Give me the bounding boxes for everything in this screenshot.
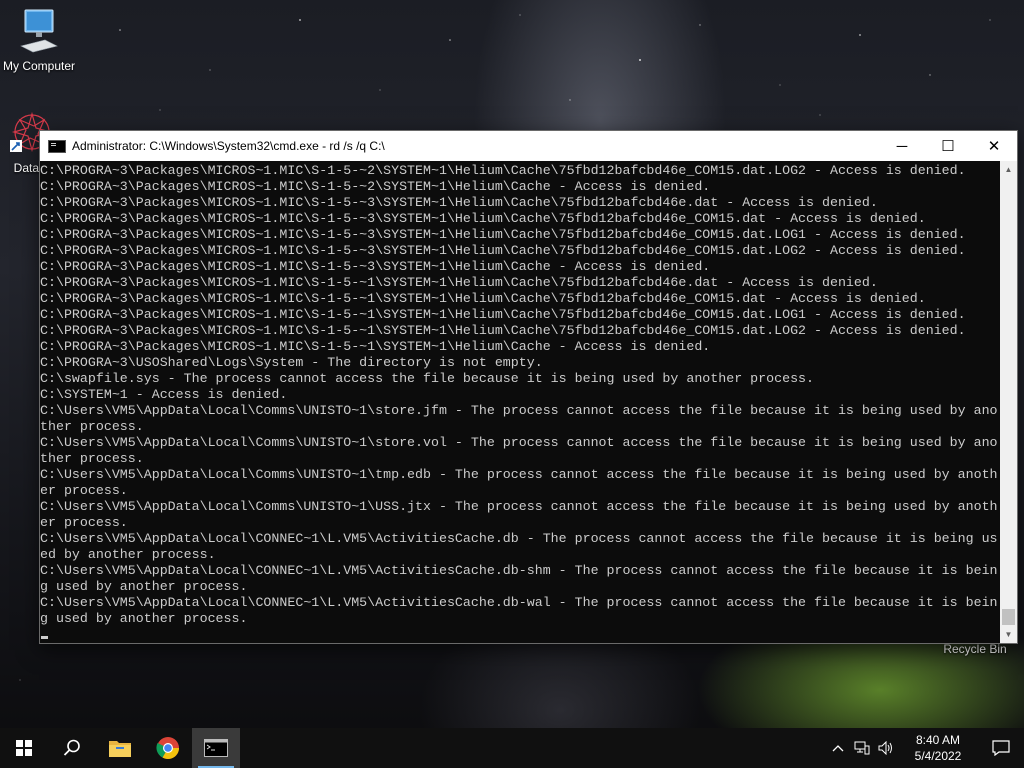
console-line: C:\Users\VM5\AppData\Local\Comms\UNISTO~… bbox=[40, 499, 998, 514]
console-line: C:\SYSTEM~1 - Access is denied. bbox=[40, 387, 288, 402]
search-button[interactable] bbox=[48, 728, 96, 768]
system-tray: 8:40 AM 5/4/2022 bbox=[826, 728, 1024, 768]
file-explorer-button[interactable] bbox=[96, 728, 144, 768]
network-icon[interactable] bbox=[850, 728, 874, 768]
start-button[interactable] bbox=[0, 728, 48, 768]
console-line: er process. bbox=[40, 483, 128, 498]
console-line: C:\PROGRA~3\Packages\MICROS~1.MIC\S-1-5-… bbox=[40, 195, 878, 210]
close-icon: ✕ bbox=[987, 138, 1001, 155]
text-cursor bbox=[41, 636, 48, 639]
console-line: C:\Users\VM5\AppData\Local\CONNEC~1\L.VM… bbox=[40, 531, 998, 546]
cmd-window[interactable]: Administrator: C:\Windows\System32\cmd.e… bbox=[39, 130, 1018, 644]
vertical-scrollbar[interactable]: ▲ ▼ bbox=[1000, 161, 1017, 643]
console-line: C:\PROGRA~3\Packages\MICROS~1.MIC\S-1-5-… bbox=[40, 179, 711, 194]
search-icon bbox=[63, 739, 80, 756]
taskbar: 8:40 AM 5/4/2022 bbox=[0, 728, 1024, 768]
window-title: Administrator: C:\Windows\System32\cmd.e… bbox=[72, 139, 385, 153]
console-line: C:\Users\VM5\AppData\Local\Comms\UNISTO~… bbox=[40, 435, 998, 450]
console-output[interactable]: C:\PROGRA~3\Packages\MICROS~1.MIC\S-1-5-… bbox=[40, 161, 1000, 643]
command-prompt-taskbar-button[interactable] bbox=[192, 728, 240, 768]
volume-icon[interactable] bbox=[874, 728, 898, 768]
console-line: C:\PROGRA~3\Packages\MICROS~1.MIC\S-1-5-… bbox=[40, 275, 878, 290]
desktop-icon-label: Recycle Bin bbox=[943, 642, 1007, 656]
desktop-icon-label: My Computer bbox=[2, 59, 76, 73]
console-line: C:\PROGRA~3\Packages\MICROS~1.MIC\S-1-5-… bbox=[40, 259, 711, 274]
minimize-button[interactable]: ─ bbox=[879, 131, 925, 161]
console-line: C:\PROGRA~3\Packages\MICROS~1.MIC\S-1-5-… bbox=[40, 243, 966, 258]
minimize-icon: ─ bbox=[896, 137, 908, 155]
console-line: g used by another process. bbox=[40, 579, 248, 594]
console-line: C:\PROGRA~3\Packages\MICROS~1.MIC\S-1-5-… bbox=[40, 163, 966, 178]
close-button[interactable]: ✕ bbox=[971, 131, 1017, 161]
console-line: er process. bbox=[40, 515, 128, 530]
scroll-up-arrow-icon[interactable]: ▲ bbox=[1000, 161, 1017, 178]
console-line: C:\PROGRA~3\Packages\MICROS~1.MIC\S-1-5-… bbox=[40, 307, 966, 322]
console-line: C:\PROGRA~3\Packages\MICROS~1.MIC\S-1-5-… bbox=[40, 339, 711, 354]
maximize-icon: ☐ bbox=[941, 138, 955, 155]
console-line: C:\PROGRA~3\USOShared\Logs\System - The … bbox=[40, 355, 543, 370]
console-line: C:\Users\VM5\AppData\Local\Comms\UNISTO~… bbox=[40, 467, 998, 482]
console-line: C:\swapfile.sys - The process cannot acc… bbox=[40, 371, 815, 386]
chevron-up-icon[interactable] bbox=[826, 728, 850, 768]
maximize-button[interactable]: ☐ bbox=[925, 131, 971, 161]
console-line: ed by another process. bbox=[40, 547, 216, 562]
console-line: C:\PROGRA~3\Packages\MICROS~1.MIC\S-1-5-… bbox=[40, 211, 926, 226]
window-titlebar[interactable]: Administrator: C:\Windows\System32\cmd.e… bbox=[40, 131, 1017, 161]
console-line: C:\Users\VM5\AppData\Local\CONNEC~1\L.VM… bbox=[40, 563, 998, 578]
my-computer-desktop-icon[interactable]: My Computer bbox=[0, 8, 78, 73]
window-controls: ─ ☐ ✕ bbox=[879, 131, 1017, 161]
chrome-button[interactable] bbox=[144, 728, 192, 768]
notification-icon bbox=[992, 740, 1010, 756]
console-line: C:\PROGRA~3\Packages\MICROS~1.MIC\S-1-5-… bbox=[40, 291, 926, 306]
computer-icon bbox=[20, 9, 58, 53]
cmd-window-icon bbox=[48, 139, 66, 153]
command-prompt-icon bbox=[204, 739, 228, 757]
console-line: C:\Users\VM5\AppData\Local\CONNEC~1\L.VM… bbox=[40, 595, 998, 610]
scroll-down-arrow-icon[interactable]: ▼ bbox=[1000, 626, 1017, 643]
clock-time: 8:40 AM bbox=[915, 733, 961, 747]
console-line: ther process. bbox=[40, 419, 144, 434]
clock-date: 5/4/2022 bbox=[914, 749, 962, 763]
taskbar-clock[interactable]: 8:40 AM 5/4/2022 bbox=[898, 732, 978, 764]
console-line: g used by another process. bbox=[40, 611, 248, 626]
file-explorer-icon bbox=[109, 741, 131, 757]
scrollbar-thumb[interactable] bbox=[1002, 609, 1015, 625]
console-line: C:\PROGRA~3\Packages\MICROS~1.MIC\S-1-5-… bbox=[40, 323, 966, 338]
console-line: ther process. bbox=[40, 451, 144, 466]
console-line: C:\Users\VM5\AppData\Local\Comms\UNISTO~… bbox=[40, 403, 998, 418]
console-text: C:\PROGRA~3\Packages\MICROS~1.MIC\S-1-5-… bbox=[40, 161, 1000, 627]
windows-start-icon bbox=[16, 740, 32, 756]
action-center-button[interactable] bbox=[978, 728, 1024, 768]
console-line: C:\PROGRA~3\Packages\MICROS~1.MIC\S-1-5-… bbox=[40, 227, 966, 242]
chrome-icon bbox=[156, 737, 179, 759]
